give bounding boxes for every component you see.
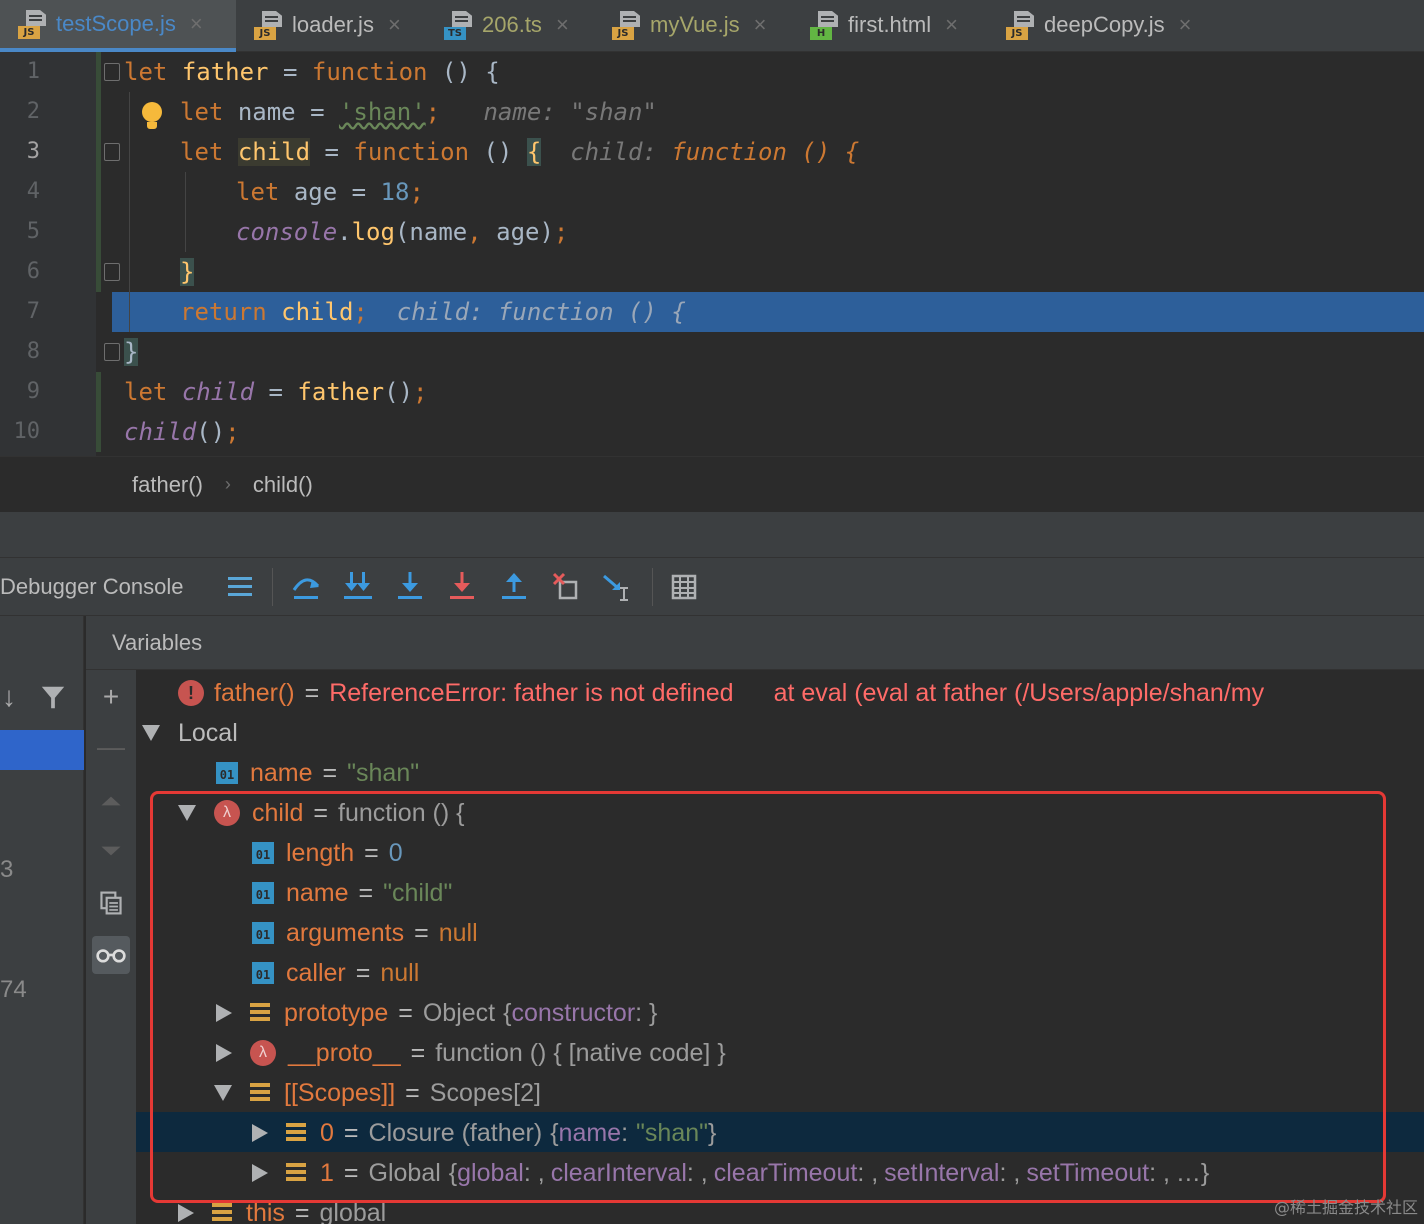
variable-row[interactable]: 01 name = "shan": [216, 753, 419, 793]
panel-splitter[interactable]: [0, 512, 1424, 558]
change-marker: [96, 52, 101, 292]
code-line: console.log(name, age);: [236, 218, 569, 246]
annotation-highlight-box: [150, 791, 1386, 1203]
close-icon[interactable]: ×: [190, 11, 203, 37]
frames-panel[interactable]: ↓ 3 74: [0, 616, 84, 1224]
add-watch-icon[interactable]: +: [92, 678, 130, 716]
frame-line-number: 74: [0, 976, 27, 1003]
tab-label: testScope.js: [56, 11, 176, 36]
fold-marker-icon[interactable]: [104, 263, 120, 281]
file-type-icon: H: [810, 10, 840, 40]
tab-loader-js[interactable]: JS loader.js ×: [236, 0, 426, 50]
fold-marker-icon[interactable]: [104, 63, 120, 81]
line-number-gutter: 1 2 3 4 5 6 7 8 9 10: [0, 52, 96, 456]
force-step-into-red-icon[interactable]: [442, 568, 482, 606]
indent-guide: [129, 92, 130, 332]
variables-toolbar: + —: [86, 670, 136, 1224]
close-icon[interactable]: ×: [1179, 12, 1192, 38]
tab-label: myVue.js: [650, 12, 740, 37]
menu-icon[interactable]: [220, 568, 260, 606]
tab-label: first.html: [848, 12, 932, 37]
code-line: let age = 18;: [236, 178, 424, 206]
copy-icon[interactable]: [92, 884, 130, 922]
selected-frame[interactable]: [0, 730, 84, 770]
code-editor[interactable]: 1 2 3 4 5 6 7 8 9 10 let father = function () { l…: [0, 52, 1424, 456]
breadcrumb-item[interactable]: father(): [132, 472, 203, 498]
close-icon[interactable]: ×: [945, 12, 958, 38]
drop-frame-icon[interactable]: [546, 568, 586, 606]
step-over-icon[interactable]: [286, 568, 326, 606]
collapse-arrow-icon[interactable]: [178, 1204, 194, 1222]
fold-marker-icon[interactable]: [104, 143, 120, 161]
change-marker: [96, 372, 101, 452]
toolbar-separator: [652, 568, 653, 606]
glasses-icon[interactable]: [92, 936, 130, 974]
debugger-console-tab[interactable]: Debugger Console: [0, 558, 183, 616]
editor-tab-bar: JS testScope.js × JS loader.js × TS 206.ts × JS my…: [0, 0, 1424, 52]
line-number[interactable]: 7: [0, 292, 52, 332]
tab-first-html[interactable]: Hfirst.html ×: [792, 0, 988, 50]
move-down-icon[interactable]: [92, 832, 130, 870]
line-number[interactable]: 9: [0, 372, 52, 412]
code-line: let father = function () {: [124, 58, 500, 86]
tab-testScope-js[interactable]: JS testScope.js ×: [0, 0, 236, 52]
step-out-icon[interactable]: [494, 568, 534, 606]
expand-arrow-icon[interactable]: [142, 725, 160, 741]
tab-label: loader.js: [292, 12, 374, 37]
toolbar-separator: [272, 568, 273, 606]
watermark: @稀土掘金技术社区: [1273, 1198, 1418, 1217]
line-number[interactable]: 4: [0, 172, 52, 212]
scope-local-row[interactable]: Local: [142, 713, 238, 753]
run-to-cursor-icon[interactable]: [598, 568, 638, 606]
tab-label: deepCopy.js: [1044, 12, 1165, 37]
code-line: let name = 'shan'; name: "shan": [180, 98, 657, 126]
evaluate-table-icon[interactable]: [664, 568, 704, 606]
breadcrumb-item[interactable]: child(): [253, 472, 313, 498]
remove-watch-icon[interactable]: —: [92, 728, 130, 766]
variables-title: Variables: [112, 630, 203, 655]
force-step-into-icon[interactable]: [390, 568, 430, 606]
line-number[interactable]: 6: [0, 252, 52, 292]
file-type-icon: JS: [254, 10, 284, 40]
error-icon: !: [178, 680, 204, 706]
tab-206-ts[interactable]: TS 206.ts ×: [426, 0, 594, 50]
fold-marker-icon[interactable]: [104, 343, 120, 361]
file-type-icon: JS: [1006, 10, 1036, 40]
code-line: let child = function () { child: functio…: [180, 138, 860, 166]
line-number[interactable]: 8: [0, 332, 52, 372]
move-up-icon[interactable]: [92, 782, 130, 820]
error-row[interactable]: ! father() = ReferenceError: father is n…: [178, 673, 1264, 713]
close-icon[interactable]: ×: [754, 12, 767, 38]
code-line: }: [124, 338, 139, 366]
variables-header: Variables: [86, 616, 1424, 670]
primitive-value-icon: 01: [216, 762, 238, 784]
step-into-icon[interactable]: [338, 568, 378, 606]
line-number[interactable]: 1: [0, 52, 52, 92]
close-icon[interactable]: ×: [556, 12, 569, 38]
tab-deepCopy-js[interactable]: JS deepCopy.js ×: [988, 0, 1220, 50]
frame-line-number: 3: [0, 856, 14, 883]
file-type-icon: JS: [18, 9, 48, 39]
code-line: }: [180, 258, 195, 286]
filter-icon[interactable]: [34, 678, 72, 716]
debugger-toolbar: Debugger Console: [0, 558, 1424, 616]
file-type-icon: TS: [444, 10, 474, 40]
close-icon[interactable]: ×: [388, 12, 401, 38]
code-line: child();: [124, 418, 240, 446]
object-stack-icon: [212, 1203, 232, 1223]
indent-guide: [185, 172, 186, 252]
tab-myVue-js[interactable]: JS myVue.js ×: [594, 0, 792, 50]
breadcrumb: father() › child(): [0, 456, 1424, 512]
code-line: return child; child: function () {: [180, 298, 686, 326]
line-number[interactable]: 5: [0, 212, 52, 252]
line-number[interactable]: 2: [0, 92, 52, 132]
intention-bulb-icon[interactable]: [140, 102, 164, 132]
breadcrumb-separator: ›: [224, 474, 231, 494]
line-number[interactable]: 3: [0, 132, 52, 172]
code-line: let child = father();: [124, 378, 428, 406]
tab-label: 206.ts: [482, 12, 542, 37]
arrow-down-icon[interactable]: ↓: [0, 678, 28, 716]
line-number[interactable]: 10: [0, 412, 52, 452]
file-type-icon: JS: [612, 10, 642, 40]
